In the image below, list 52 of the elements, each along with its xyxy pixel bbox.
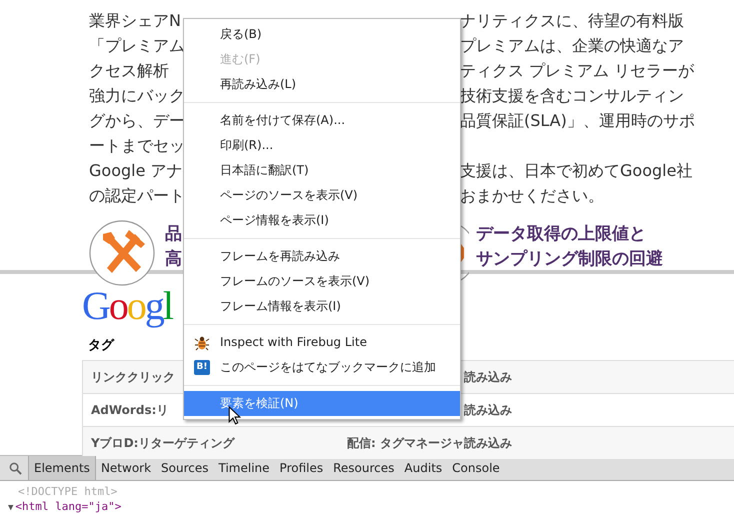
paragraph-text: 「プレミアム (89, 35, 183, 57)
section-heading: タグ (88, 337, 114, 355)
menu-item[interactable]: 印刷(R)... (184, 133, 460, 158)
menu-item[interactable]: 名前を付けて保存(A)... (184, 108, 460, 133)
paragraph-text: 品質保証(SLA)」、運用時のサポ (460, 110, 696, 132)
paragraph-text: Google アナ (89, 160, 183, 182)
paragraph-text: 支援は、日本で初めてGoogle社 (460, 160, 694, 182)
menu-item[interactable]: ページのソースを表示(V) (184, 183, 460, 208)
menu-item[interactable]: フレームを再読み込み (184, 244, 460, 269)
paragraph-text: プレミアムは、企業の快適なア (460, 35, 685, 57)
table-cell: 読み込み (464, 368, 512, 386)
paragraph-text: ナリティクスに、待望の有料版 (460, 10, 685, 32)
devtools-tab[interactable]: Timeline (214, 456, 275, 480)
paragraph-text: ートまでセッ (89, 135, 183, 157)
feature-title: サンプリング制限の回避 (476, 248, 663, 271)
paragraph-text: グから、デー (89, 110, 183, 132)
table-cell: 配信: タグマネージャ読み込み (347, 434, 512, 452)
devtools-tab[interactable]: Elements (28, 456, 96, 480)
table-cell: YブロD:リターゲティング (91, 434, 234, 452)
paragraph-text: おまかせください。 (460, 185, 605, 207)
bookmark-icon: B! (194, 360, 210, 375)
devtools-tab[interactable]: Sources (156, 456, 214, 480)
feature-title: 品 (165, 223, 182, 246)
code-line: <!DOCTYPE html> (18, 485, 118, 498)
menu-item[interactable]: 要素を検証(N) (184, 391, 460, 416)
devtools-tab[interactable]: Audits (399, 456, 448, 480)
devtools-tab[interactable]: Network (96, 456, 156, 480)
menu-item[interactable]: フレームのソースを表示(V) (184, 269, 460, 294)
devtools-tab[interactable]: Resources (328, 456, 400, 480)
menu-item[interactable]: B! このページをはてなブックマークに追加 (184, 355, 460, 380)
expand-arrow[interactable]: ▼ (8, 503, 14, 513)
paragraph-text: ティクス プレミアム リセラーが (460, 60, 696, 82)
devtools-tab[interactable]: Profiles (274, 456, 328, 480)
menu-item[interactable]: ページ情報を表示(I) (184, 208, 460, 233)
paragraph-text: 強力にバック (89, 85, 183, 107)
menu-item[interactable]: 再読み込み(L) (184, 72, 460, 97)
paragraph-text: 業界シェアN (89, 10, 182, 32)
devtools-tab[interactable]: Console (447, 456, 505, 480)
code-line: <html lang="ja"> (15, 500, 122, 513)
paragraph-text: 技術支援を含むコンサルティン (460, 85, 685, 107)
menu-item[interactable]: 日本語に翻訳(T) (184, 158, 460, 183)
feature-title: データ取得の上限値と (476, 223, 647, 246)
table-cell: AdWords:リ (91, 402, 168, 418)
table-cell: リンククリック (91, 368, 175, 386)
paragraph-text: の認定パート (89, 185, 183, 207)
menu-item[interactable]: Inspect with Firebug Lite (184, 330, 460, 355)
table-cell: 読み込み (464, 402, 512, 418)
menu-item[interactable]: 戻る(B) (184, 22, 460, 47)
logo: Googl (82, 284, 172, 328)
paragraph-text: クセス解析 (89, 60, 170, 82)
feature-title: 高 (165, 248, 182, 271)
menu-item[interactable]: フレーム情報を表示(I) (184, 294, 460, 319)
